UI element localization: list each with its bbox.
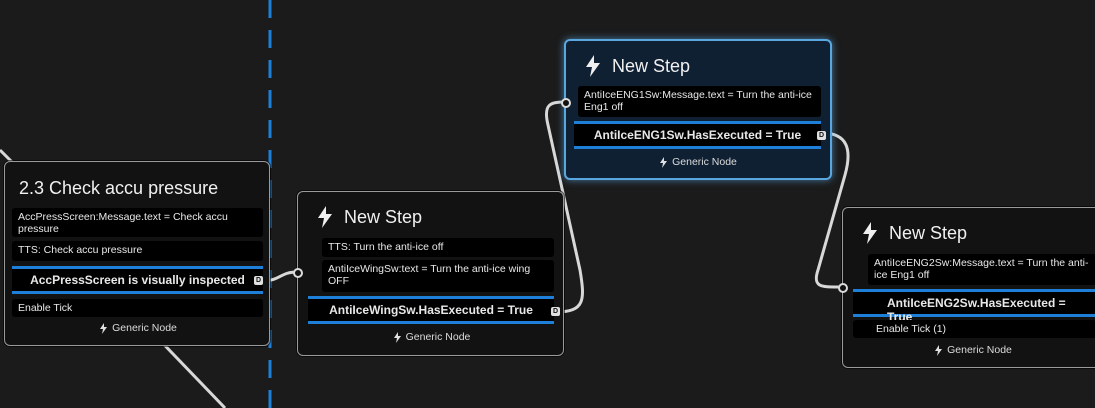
node-check-accu-pressure[interactable]: 2.3 Check accu pressure AccPressScreen:M… xyxy=(4,161,270,346)
input-pin[interactable] xyxy=(293,268,303,278)
action-row[interactable]: AntiIceWingSw:text = Turn the anti-ice w… xyxy=(322,260,554,292)
output-pin[interactable]: D xyxy=(551,307,560,316)
enable-tick-row[interactable]: Enable Tick xyxy=(12,299,263,317)
action-row[interactable]: AccPressScreen:Message.text = Check accu… xyxy=(12,208,263,237)
condition-row[interactable]: AntiIceENG1Sw.HasExecuted = True xyxy=(574,121,821,149)
node-new-step-eng1[interactable]: New Step AntiIceENG1Sw:Message.text = Tu… xyxy=(561,39,832,180)
graph-canvas[interactable]: 2.3 Check accu pressure AccPressScreen:M… xyxy=(0,0,1095,408)
node-footer: Generic Node xyxy=(5,322,271,334)
node-footer: Generic Node xyxy=(843,344,1095,356)
lightning-bolt-icon xyxy=(660,156,668,168)
lightning-bolt-icon xyxy=(318,206,332,228)
node-new-step-eng2[interactable]: New Step AntiIceENG2Sw:Message.text = Tu… xyxy=(838,207,1095,368)
node-title: New Step xyxy=(316,206,422,228)
input-pin[interactable] xyxy=(561,98,571,108)
input-pin[interactable] xyxy=(838,283,848,293)
action-row[interactable]: TTS: Turn the anti-ice off xyxy=(322,238,554,257)
lightning-bolt-icon xyxy=(393,331,401,343)
node-title: 2.3 Check accu pressure xyxy=(19,178,219,198)
node-title: New Step xyxy=(861,222,967,244)
output-pin[interactable]: D xyxy=(817,131,826,140)
condition-row[interactable]: AntiIceWingSw.HasExecuted = True xyxy=(308,296,554,324)
condition-row[interactable]: AccPressScreen is visually inspected xyxy=(12,266,263,294)
output-pin[interactable]: D xyxy=(254,276,263,285)
condition-row[interactable]: AntiIceENG2Sw.HasExecuted = True xyxy=(853,289,1095,324)
lightning-bolt-icon xyxy=(100,322,108,334)
node-footer: Generic Node xyxy=(566,156,830,168)
action-row[interactable]: AntiIceENG1Sw:Message.text = Turn the an… xyxy=(578,86,821,117)
node-footer: Generic Node xyxy=(298,331,565,343)
node-new-step-antiice-wing[interactable]: New Step TTS: Turn the anti-ice off Anti… xyxy=(293,191,565,356)
lightning-bolt-icon xyxy=(586,55,600,77)
enable-tick-row[interactable]: Enable Tick (1) xyxy=(853,320,1095,338)
action-row[interactable]: TTS: Check accu pressure xyxy=(12,241,263,261)
node-title: New Step xyxy=(584,55,690,77)
lightning-bolt-icon xyxy=(863,222,877,244)
action-row[interactable]: AntiIceENG2Sw:Message.text = Turn the an… xyxy=(868,254,1095,285)
lightning-bolt-icon xyxy=(935,344,943,356)
